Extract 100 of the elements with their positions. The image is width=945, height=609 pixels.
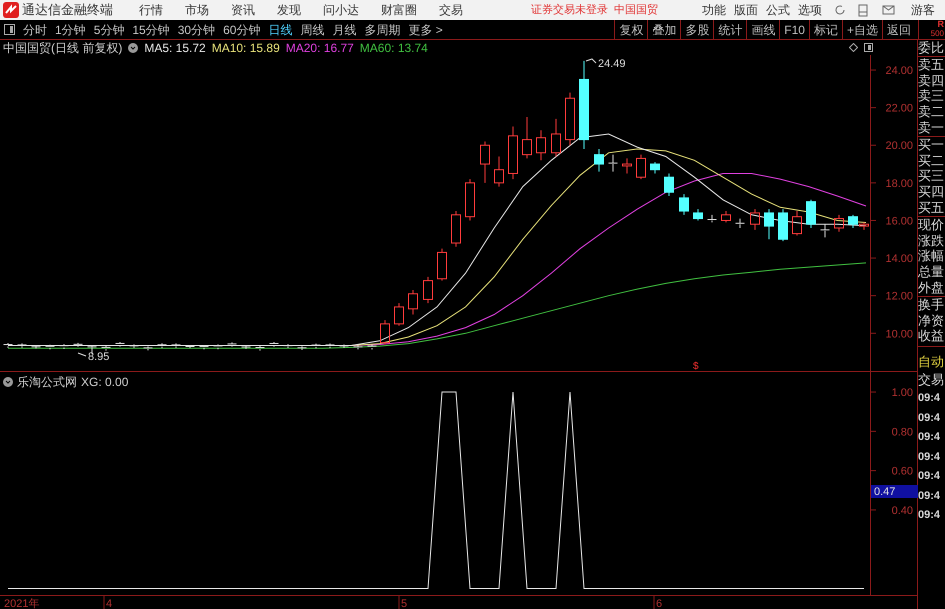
candlestick (480, 141, 490, 184)
menu-item[interactable]: 问小达 (319, 1, 363, 19)
period-tab[interactable]: 60分钟 (219, 20, 264, 38)
candlestick (115, 341, 125, 348)
candlestick (494, 156, 504, 188)
tool-button[interactable]: 画线 (746, 20, 780, 39)
candlestick (693, 208, 703, 221)
candlestick (622, 158, 632, 174)
chevron-circle-icon[interactable] (3, 377, 13, 387)
phone-icon[interactable] (858, 4, 868, 16)
quote-box-top: R (938, 20, 944, 29)
tool-button[interactable]: 返回 (882, 20, 915, 39)
candlestick (664, 172, 674, 197)
candlestick (522, 116, 532, 159)
indicator-legend: XG: 0.00 (81, 373, 128, 391)
candlestick (594, 148, 604, 172)
candlestick (423, 276, 433, 304)
trade-time: 09:4 (918, 508, 942, 524)
indicator-axis-label: 1.00 (892, 387, 913, 400)
period-tab[interactable]: 30分钟 (174, 20, 220, 38)
candlestick (679, 194, 689, 216)
tool-button[interactable]: 标记 (808, 20, 842, 39)
price-axis-label: 20.00 (885, 140, 913, 152)
menu-item[interactable]: 行情 (135, 1, 167, 19)
candlestick (650, 162, 660, 174)
candlestick (834, 214, 844, 232)
trade-time: 09:4 (918, 469, 942, 484)
quote-label: 委比 (918, 40, 945, 56)
candlestick (778, 208, 788, 242)
menu-item[interactable]: 交易 (435, 1, 467, 19)
date-axis-label: 2021年 (4, 598, 40, 609)
indicator-title: 乐淘公式网 (17, 374, 77, 391)
candlestick (750, 208, 760, 230)
candlestick (465, 178, 475, 221)
quote-label: 收益 (918, 328, 945, 344)
refresh-icon[interactable] (834, 4, 846, 16)
moving-average-legend: MA10: 15.89 (212, 38, 280, 56)
panel-toggle-icon[interactable] (4, 24, 15, 35)
period-tab[interactable]: 多周期 (360, 20, 404, 38)
period-tab[interactable]: 周线 (296, 20, 328, 38)
menu-item[interactable]: 选项 (794, 1, 826, 19)
quote-label: 买二 (918, 152, 945, 168)
panel-icon[interactable] (864, 43, 873, 52)
quote-label: 卖二 (918, 104, 945, 120)
period-tab[interactable]: 日线 (264, 20, 296, 38)
menu-item[interactable]: 公式 (762, 1, 794, 19)
period-tab[interactable]: 分时 (19, 20, 51, 38)
tool-button[interactable]: 复权 (614, 20, 648, 39)
trade-time: 09:4 (918, 391, 942, 406)
candlestick (297, 346, 307, 351)
mail-icon[interactable] (882, 5, 895, 15)
quote-label: 外盘 (918, 280, 945, 296)
user-label[interactable]: 游客 (911, 1, 935, 19)
price-axis-label: 16.00 (885, 215, 913, 228)
period-tab[interactable]: 5分钟 (90, 20, 128, 38)
chart-title: 中国国贸(日线 前复权) (3, 40, 122, 56)
diamond-icon[interactable] (849, 43, 858, 52)
candlestick (764, 208, 774, 240)
tool-button[interactable]: 多股 (680, 20, 714, 39)
period-tab[interactable]: 15分钟 (128, 20, 174, 38)
login-notice: 证券交易未登录 (531, 2, 608, 18)
candlestick (721, 210, 731, 223)
quote-label: 卖五 (918, 56, 945, 73)
candlestick (157, 342, 167, 349)
chevron-circle-icon[interactable] (128, 42, 138, 52)
candlestick (255, 346, 265, 352)
quote-label: 换手 (918, 296, 945, 313)
menu-item[interactable]: 财富圈 (377, 1, 421, 19)
quote-label: 卖三 (918, 88, 945, 104)
candlestick (213, 344, 223, 350)
tool-button[interactable]: +自选 (842, 20, 882, 39)
candlestick (792, 210, 802, 236)
period-tab[interactable]: 月线 (328, 20, 360, 38)
leader-line (78, 352, 86, 356)
candlestick (508, 126, 518, 180)
menu-item[interactable]: 功能 (698, 1, 730, 19)
period-tab[interactable]: 更多 > (404, 20, 447, 38)
low-price-label: 8.95 (88, 351, 110, 363)
candlestick (17, 342, 27, 348)
candlestick (45, 344, 55, 350)
candlestick (143, 346, 153, 351)
tool-button[interactable]: F10 (779, 20, 809, 39)
app-title: 通达信金融终端 (22, 1, 113, 20)
period-tab[interactable]: 1分钟 (51, 20, 90, 38)
quote-label: 买四 (918, 184, 945, 200)
menu-item[interactable]: 市场 (181, 1, 213, 19)
quote-label: 现价 (918, 216, 945, 233)
tool-button[interactable]: 统计 (713, 20, 746, 39)
candlestick (171, 342, 181, 348)
quote-label: 卖一 (918, 120, 945, 136)
tool-button[interactable]: 叠加 (647, 20, 680, 39)
quote-label: 买三 (918, 168, 945, 184)
candlestick (735, 218, 745, 228)
candlestick (707, 214, 717, 223)
quote-label: 买一 (918, 136, 945, 153)
menu-item[interactable]: 资讯 (227, 1, 259, 19)
menu-item[interactable]: 发现 (273, 1, 305, 19)
candlestick (536, 130, 546, 161)
menu-item[interactable]: 版面 (730, 1, 762, 19)
candlestick (451, 210, 461, 248)
